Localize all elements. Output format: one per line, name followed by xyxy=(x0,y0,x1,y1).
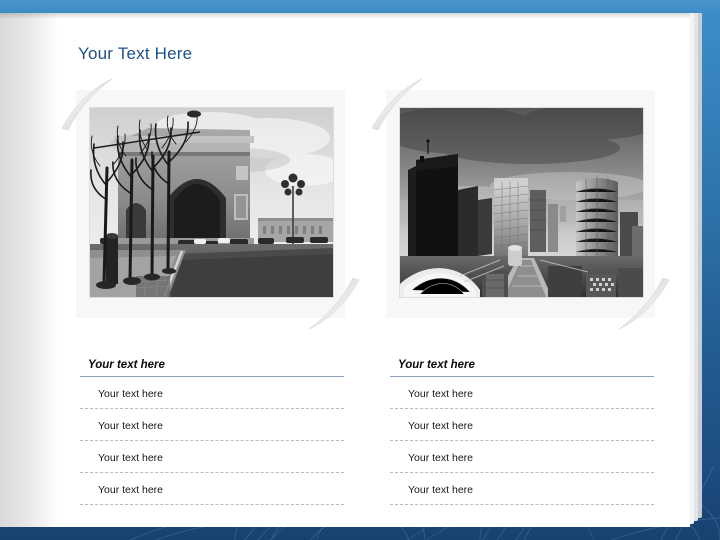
list-item[interactable]: Your text here xyxy=(80,441,344,473)
photo-arc-de-triomphe xyxy=(90,108,333,297)
slide: Your Text Here Your text here Your text … xyxy=(0,0,720,540)
slide-content-page: Your Text Here Your text here Your text … xyxy=(0,13,690,527)
text-list-left: Your text here Your text here Your text … xyxy=(80,359,344,505)
list-item[interactable]: Your text here xyxy=(80,473,344,505)
list-item[interactable]: Your text here xyxy=(390,377,654,409)
text-list-right: Your text here Your text here Your text … xyxy=(390,359,654,505)
list-item[interactable]: Your text here xyxy=(80,409,344,441)
list-item[interactable]: Your text here xyxy=(390,409,654,441)
photo-frame-right[interactable] xyxy=(371,78,670,330)
list-item[interactable]: Your text here xyxy=(80,377,344,409)
list-item[interactable]: Your text here xyxy=(390,441,654,473)
top-accent-band xyxy=(0,0,720,13)
photo-city-skyline xyxy=(400,108,643,297)
page-title: Your Text Here xyxy=(78,44,193,63)
list-header: Your text here xyxy=(390,359,654,377)
list-item[interactable]: Your text here xyxy=(390,473,654,505)
photo-frame-left[interactable] xyxy=(61,78,360,330)
list-header: Your text here xyxy=(80,359,344,377)
